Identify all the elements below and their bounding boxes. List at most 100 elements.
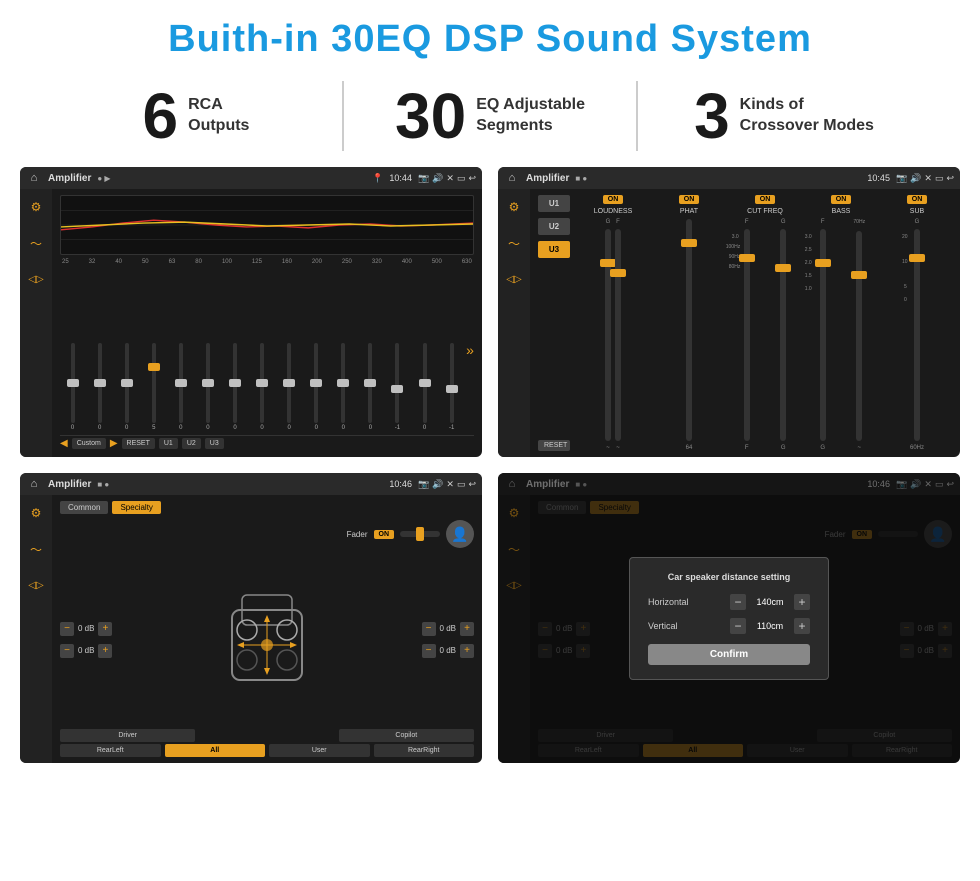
fader-back-icon[interactable]: ↩ [468, 479, 476, 490]
crossover-home-icon[interactable]: ⌂ [504, 170, 520, 186]
btn-rearright[interactable]: RearRight [374, 744, 475, 757]
fader-db-value-1: 0 dB [78, 624, 94, 633]
eq-more-icon[interactable]: » [466, 342, 474, 358]
fader-bottom-btns: Driver Copilot [60, 729, 474, 742]
phat-on-badge[interactable]: ON [679, 195, 700, 204]
fader-db-minus-3[interactable]: − [422, 622, 436, 636]
eq-custom-btn[interactable]: Custom [72, 438, 106, 449]
eq-slider-12[interactable]: 0 [358, 343, 383, 431]
eq-topbar-time: 10:44 [389, 173, 412, 183]
cutfreq-slider-f[interactable]: F 3.0 100Hz 90Hz 80Hz F [730, 219, 764, 451]
loudness-slider-f[interactable]: F ~ [615, 219, 621, 451]
dialog-vertical-controls: − 110cm + [730, 618, 810, 634]
fader-db-minus-1[interactable]: − [60, 622, 74, 636]
cutfreq-slider-g[interactable]: G G [767, 219, 801, 451]
eq-slider-4[interactable]: 5 [141, 343, 166, 431]
fader-h-thumb[interactable] [416, 527, 424, 541]
eq-slider-9[interactable]: 0 [277, 343, 302, 431]
dialog-horizontal-plus[interactable]: + [794, 594, 810, 610]
eq-reset-btn[interactable]: RESET [122, 438, 155, 449]
eq-wave-icon[interactable]: 〜 [26, 233, 46, 253]
dialog-horizontal-controls: − 140cm + [730, 594, 810, 610]
dialog-vertical-plus[interactable]: + [794, 618, 810, 634]
crossover-filter-icon[interactable]: ⚙ [504, 197, 524, 217]
crossover-reset-btn[interactable]: RESET [538, 440, 570, 451]
eq-filter-icon[interactable]: ⚙ [26, 197, 46, 217]
back-icon[interactable]: ↩ [468, 173, 476, 184]
bass-slider-hz[interactable]: 70Hz ~ [843, 219, 877, 451]
eq-graph [60, 195, 474, 255]
fader-on-badge[interactable]: ON [374, 530, 395, 539]
btn-driver[interactable]: Driver [60, 729, 195, 742]
eq-slider-11[interactable]: 0 [331, 343, 356, 431]
btn-rearleft[interactable]: RearLeft [60, 744, 161, 757]
tab-common[interactable]: Common [60, 501, 108, 514]
eq-main-area: 2532405063 80100125160200 25032040050063… [52, 189, 482, 457]
fader-close-icon[interactable]: ✕ [446, 479, 454, 490]
eq-u1-btn[interactable]: U1 [159, 438, 178, 449]
eq-prev-icon[interactable]: ◀ [60, 438, 68, 449]
fader-db-plus-1[interactable]: + [98, 622, 112, 636]
eq-u2-btn[interactable]: U2 [182, 438, 201, 449]
fader-filter-icon[interactable]: ⚙ [26, 503, 46, 523]
fader-db-plus-4[interactable]: + [460, 644, 474, 658]
stat-divider-1 [342, 81, 344, 151]
loudness-on-badge[interactable]: ON [603, 195, 624, 204]
crossover-col-loudness: ON LOUDNESS G ~ F ~ [578, 195, 648, 451]
distance-dialog: Car speaker distance setting Horizontal … [629, 557, 829, 680]
preset-u1[interactable]: U1 [538, 195, 570, 212]
btn-all[interactable]: All [165, 744, 266, 757]
tab-specialty[interactable]: Specialty [112, 501, 160, 514]
loudness-slider-g[interactable]: G ~ [605, 219, 611, 451]
eq-screen: ⌂ Amplifier ● ▶ 📍 10:44 📷 🔊 ✕ ▭ ↩ ⚙ 〜 ◁▷ [20, 167, 482, 457]
preset-u2[interactable]: U2 [538, 218, 570, 235]
crossover-wave-icon[interactable]: 〜 [504, 233, 524, 253]
dialog-confirm-button[interactable]: Confirm [648, 644, 810, 665]
fader-db-value-3: 0 dB [440, 624, 456, 633]
dialog-vertical-value: 110cm [750, 621, 790, 631]
eq-slider-2[interactable]: 0 [87, 343, 112, 431]
eq-slider-7[interactable]: 0 [222, 343, 247, 431]
eq-slider-1[interactable]: 0 [60, 343, 85, 431]
crossover-vol-sidebar-icon[interactable]: ◁▷ [504, 269, 524, 289]
dialog-horizontal-minus[interactable]: − [730, 594, 746, 610]
eq-slider-8[interactable]: 0 [250, 343, 275, 431]
dialog-vertical-minus[interactable]: − [730, 618, 746, 634]
btn-copilot[interactable]: Copilot [339, 729, 474, 742]
fader-home-icon[interactable]: ⌂ [26, 476, 42, 492]
fader-db-plus-3[interactable]: + [460, 622, 474, 636]
eq-slider-15[interactable]: -1 [439, 343, 464, 431]
fader-db-plus-2[interactable]: + [98, 644, 112, 658]
eq-slider-3[interactable]: 0 [114, 343, 139, 431]
eq-slider-5[interactable]: 0 [168, 343, 193, 431]
cutfreq-on-badge[interactable]: ON [755, 195, 776, 204]
eq-slider-14[interactable]: 0 [412, 343, 437, 431]
fader-vol-sidebar-icon[interactable]: ◁▷ [26, 575, 46, 595]
btn-user[interactable]: User [269, 744, 370, 757]
fader-topbar-dots: ■ ● [97, 480, 109, 489]
bass-on-badge[interactable]: ON [831, 195, 852, 204]
phat-slider[interactable]: 64 [654, 219, 724, 451]
crossover-window-icon: ▭ [935, 173, 944, 184]
fader-controls-header: Fader ON 👤 [60, 520, 474, 548]
eq-volume-sidebar-icon[interactable]: ◁▷ [26, 269, 46, 289]
home-icon[interactable]: ⌂ [26, 170, 42, 186]
fader-db-minus-2[interactable]: − [60, 644, 74, 658]
eq-slider-10[interactable]: 0 [304, 343, 329, 431]
eq-u3-btn[interactable]: U3 [205, 438, 224, 449]
sub-slider[interactable]: G 20 10 5 0 60Hz [882, 219, 952, 451]
fader-h-slider[interactable] [400, 531, 440, 537]
fader-wave-icon[interactable]: 〜 [26, 539, 46, 559]
bass-slider-f[interactable]: F 3.0 2.5 2.0 1.5 1.0 G [806, 219, 840, 451]
preset-u3[interactable]: U3 [538, 241, 570, 258]
crossover-back-icon[interactable]: ↩ [946, 173, 954, 184]
eq-sliders-row: 0 0 0 5 0 [60, 269, 474, 431]
stat-divider-2 [636, 81, 638, 151]
eq-slider-13[interactable]: -1 [385, 343, 410, 431]
sub-on-badge[interactable]: ON [907, 195, 928, 204]
eq-play-icon[interactable]: ▶ [110, 438, 118, 449]
close-icon[interactable]: ✕ [446, 173, 454, 184]
eq-slider-6[interactable]: 0 [195, 343, 220, 431]
crossover-close-icon[interactable]: ✕ [924, 173, 932, 184]
fader-db-minus-4[interactable]: − [422, 644, 436, 658]
